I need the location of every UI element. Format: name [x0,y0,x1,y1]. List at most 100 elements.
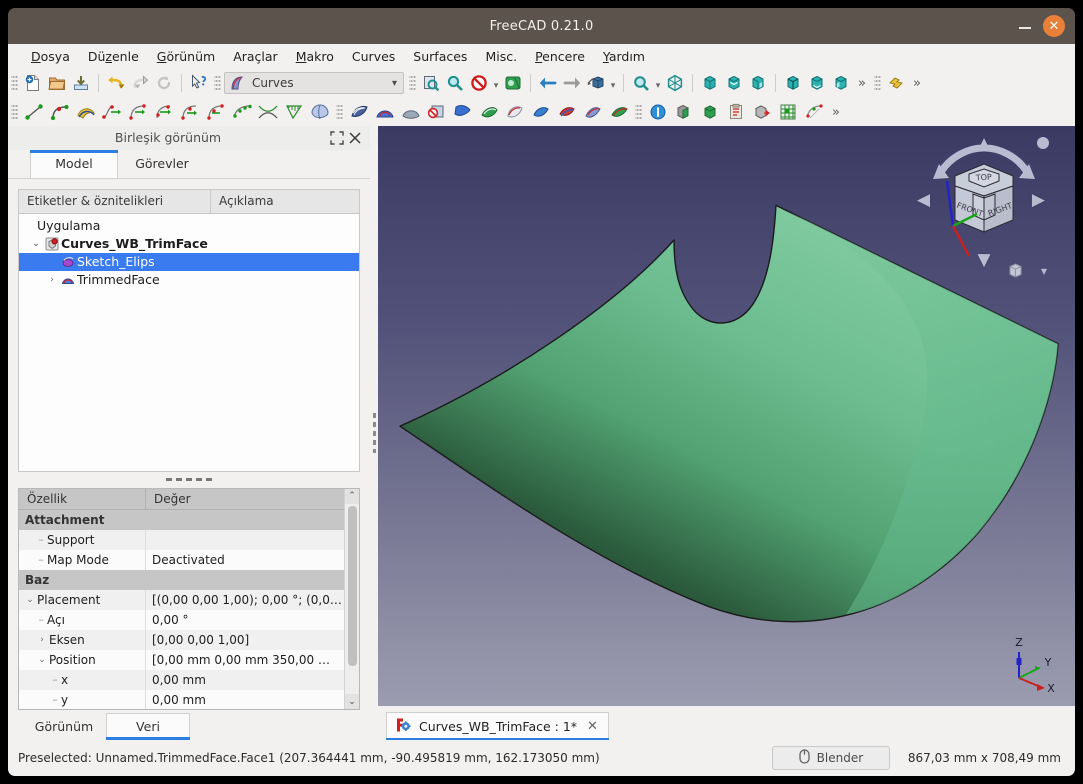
property-row-map-mode[interactable]: – Map Mode Deactivated [19,549,344,570]
property-value[interactable] [146,530,344,550]
view-mode-chevron-down-icon[interactable]: ▾ [1041,264,1047,278]
menu-gorunum[interactable]: Görünüm [148,47,224,66]
zoom-button[interactable] [629,71,653,95]
3d-viewport[interactable]: ▲ ▼ ◀ ▶ TOP FRONT RIGHT ▾ Z Y X [378,126,1075,706]
fit-selection-button[interactable] [443,71,467,95]
tree-item-trimmedface[interactable]: › TrimmedFace [19,271,359,289]
zoom-dropdown[interactable]: ▾ [653,71,663,95]
minimize-button[interactable] [1017,18,1033,34]
menu-duzenle[interactable]: Düzenle [79,47,148,66]
copy-placement-button[interactable] [723,100,749,124]
menu-pencere[interactable]: Pencere [526,47,594,66]
isocurve-button[interactable] [346,100,372,124]
property-group-attachment[interactable]: Attachment [19,509,344,530]
sweep-button[interactable] [476,100,502,124]
open-document-button[interactable] [45,71,69,95]
redo-button[interactable] [128,71,152,95]
property-row-eksen[interactable]: › Eksen [0,00 0,00 1,00] [19,629,344,650]
gordon-curve-button[interactable] [47,100,73,124]
property-value[interactable]: 0,00 mm [146,690,344,709]
view-dropdown[interactable]: ▾ [608,71,618,95]
menu-dosya[interactable]: Dosya [22,47,79,66]
mixed-curve-button[interactable] [671,100,697,124]
menu-curves[interactable]: Curves [343,47,404,66]
fit-box-button[interactable] [663,71,687,95]
tree-item-curves-wb-trimface[interactable]: ⌄ Curves_WB_TrimFace [19,235,359,253]
nav-cube-face-top[interactable]: TOP [975,172,993,182]
chevron-right-icon[interactable]: › [45,275,59,285]
property-value[interactable]: Deactivated [146,550,344,570]
menu-yardim[interactable]: Yardım [594,47,654,66]
approximate-button[interactable] [229,100,255,124]
chevron-down-icon[interactable]: ⌄ [29,239,43,249]
toolbar-grip[interactable] [11,103,18,121]
panel-splitter[interactable] [8,472,370,488]
property-row-x[interactable]: – x 0,00 mm [19,669,344,690]
join-curve-button[interactable] [151,100,177,124]
segment-surface-button[interactable] [528,100,554,124]
curve-on-surface-button[interactable] [554,100,580,124]
menu-misc[interactable]: Misc. [476,47,526,66]
front-view-button[interactable] [698,71,722,95]
sublink-button[interactable] [697,100,723,124]
chevron-down-icon[interactable]: ▾ [392,78,399,89]
tree-item-application[interactable]: Uygulama [19,217,359,235]
scroll-up-icon[interactable]: ⌃ [345,488,359,504]
extract-subshape-button[interactable] [749,100,775,124]
draw-style-button[interactable] [467,71,491,95]
menu-makro[interactable]: Makro [287,47,343,66]
navigation-cube[interactable]: ▲ ▼ ◀ ▶ TOP FRONT RIGHT ▾ [917,134,1051,286]
multi-loft-button[interactable] [580,100,606,124]
document-tab[interactable]: Curves_WB_TrimFace : 1* ✕ [386,712,609,741]
grid-button[interactable] [775,100,801,124]
right-view-button[interactable] [746,71,770,95]
scrollbar-thumb[interactable] [347,505,357,666]
chevron-right-icon[interactable]: › [35,635,49,645]
toolbar-grip[interactable] [874,74,881,92]
property-row-placement[interactable]: ⌄ Placement [(0,00 0,00 1,00); 0,00 °; (0… [19,589,344,610]
scroll-down-icon[interactable]: ⌄ [345,694,359,709]
property-group-baz[interactable]: Baz [19,569,344,590]
toolbar-grip[interactable] [635,103,642,121]
menu-surfaces[interactable]: Surfaces [404,47,476,66]
nav-cube-graphic[interactable]: TOP FRONT RIGHT [917,134,1051,286]
property-value[interactable]: [0,00 mm 0,00 mm 350,00 … [146,650,344,670]
flatten-face-button[interactable] [450,100,476,124]
trim-face-button[interactable] [424,100,450,124]
discretize-button[interactable] [203,100,229,124]
restore-panel-icon[interactable] [328,129,346,147]
forward-button[interactable] [560,71,584,95]
fit-all-button[interactable] [419,71,443,95]
property-scrollbar[interactable]: ⌃ ⌄ [344,488,359,709]
profile-support-button[interactable] [502,100,528,124]
toolbar-grip[interactable] [11,74,18,92]
workbench-selector[interactable]: Curves ▾ [224,72,404,94]
bottom-view-button[interactable] [805,71,829,95]
chevron-down-icon[interactable]: ⌄ [23,595,37,605]
back-button[interactable] [536,71,560,95]
undo-button[interactable] [104,71,128,95]
tab-gorunum[interactable]: Görünüm [22,713,106,739]
hooks-button[interactable] [801,100,827,124]
property-value[interactable]: [0,00 0,00 1,00] [146,630,344,650]
chevron-down-icon[interactable]: ⌄ [35,655,49,665]
info-button[interactable] [645,100,671,124]
property-row-aci[interactable]: – Açı 0,00 ° [19,609,344,630]
property-row-support[interactable]: – Support [19,529,344,550]
parametric-comb-button[interactable] [255,100,281,124]
zebra-tool-button[interactable] [307,100,333,124]
close-panel-icon[interactable] [346,129,364,147]
rear-view-button[interactable] [781,71,805,95]
draw-style-dropdown[interactable]: ▾ [491,71,501,95]
navigation-style-button[interactable]: Blender [771,746,890,770]
toolbar-grip[interactable] [336,103,343,121]
toolbar-grip[interactable] [409,74,416,92]
close-icon[interactable]: ✕ [585,719,600,734]
split-curve-button[interactable] [177,100,203,124]
tab-veri[interactable]: Veri [106,713,190,740]
toolbar-overflow-button-2[interactable]: » [908,71,926,95]
blend-curve-button[interactable] [99,100,125,124]
dock-splitter[interactable] [370,126,378,740]
isometric-view-button[interactable] [584,71,608,95]
curve-extend-button[interactable] [125,100,151,124]
